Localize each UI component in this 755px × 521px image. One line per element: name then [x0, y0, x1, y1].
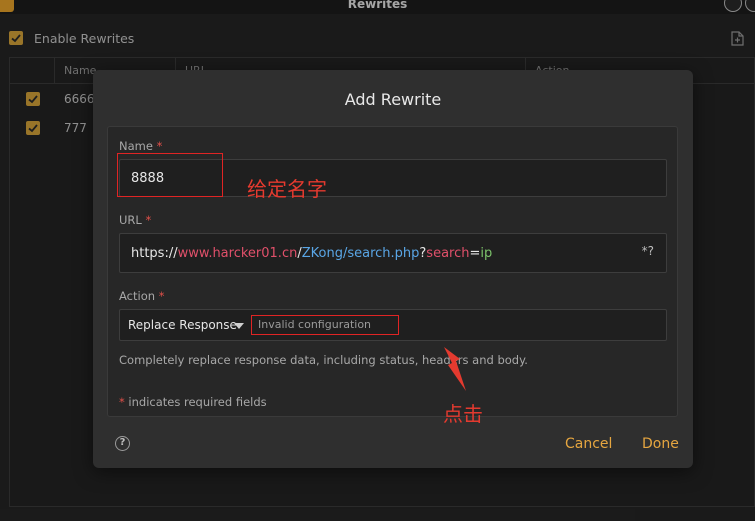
- url-wildcard-hint: *?: [641, 244, 654, 258]
- chevron-down-icon[interactable]: [234, 323, 244, 329]
- annotation-click-note: 点击: [443, 402, 483, 426]
- cancel-button[interactable]: Cancel: [565, 436, 612, 452]
- annotation-box-name: [117, 153, 223, 197]
- annotation-arrow-icon: [444, 347, 466, 391]
- url-field-label: URL *: [119, 213, 152, 227]
- add-rewrite-dialog: Add Rewrite Name * 8888 URL * https://ww…: [93, 70, 693, 468]
- required-fields-note: * indicates required fields: [119, 395, 267, 409]
- url-input-value: https://www.harcker01.cn/ZKong/search.ph…: [131, 246, 493, 261]
- done-button[interactable]: Done: [642, 436, 679, 452]
- action-field-label: Action *: [119, 289, 165, 303]
- dialog-title: Add Rewrite: [344, 90, 442, 109]
- action-select[interactable]: Replace Response: [128, 318, 237, 332]
- annotation-box-invalid: [251, 315, 399, 335]
- help-icon[interactable]: ?: [115, 436, 130, 451]
- name-field-label: Name *: [119, 139, 163, 153]
- url-input[interactable]: https://www.harcker01.cn/ZKong/search.ph…: [119, 233, 667, 273]
- annotation-name-note: 给定名字: [247, 177, 327, 201]
